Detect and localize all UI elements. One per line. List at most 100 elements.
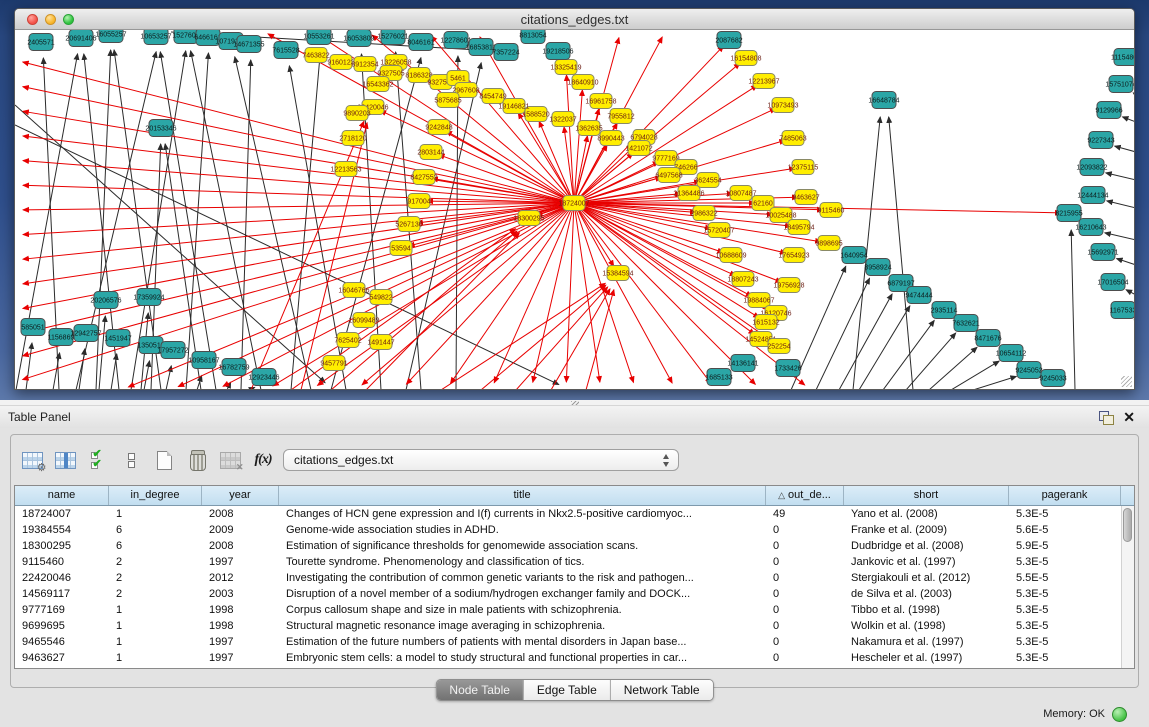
scrollbar-thumb[interactable] [1123, 508, 1132, 542]
table-cell: Embryonic stem cells: a model to study s… [279, 650, 766, 666]
column-header-pagerank[interactable]: pagerank [1009, 486, 1121, 505]
new-table-button[interactable] [153, 448, 175, 472]
graph-node-label: 10688609 [715, 253, 746, 260]
table-row[interactable]: 911546021997Tourette syndrome. Phenomeno… [15, 554, 1134, 570]
table-cell: 5.3E-5 [1009, 554, 1121, 570]
graph-node-label: 17016504 [1097, 280, 1128, 287]
table-cell: 0 [766, 570, 844, 586]
table-cell: 0 [766, 634, 844, 650]
graph-node-label: 10973493 [767, 103, 798, 110]
tab-network-table[interactable]: Network Table [611, 680, 713, 700]
window-resize-grip[interactable] [1121, 376, 1132, 387]
graph-node-label: 2935114 [931, 308, 958, 315]
column-header-name[interactable]: name [15, 486, 109, 505]
table-cell: 2003 [202, 586, 279, 602]
close-panel-icon[interactable]: ✕ [1123, 408, 1135, 426]
table-header-row: namein_degreeyeartitle△out_de...shortpag… [15, 486, 1134, 506]
table-cell: 1 [109, 650, 202, 666]
graph-node-label: 16210643 [1075, 225, 1106, 232]
graph-node-label: 10653257 [140, 34, 171, 41]
graph-node-label: 3624554 [694, 178, 721, 185]
graph-node-label: 15692971 [1087, 250, 1118, 257]
graph-node-label: 9474444 [905, 293, 932, 300]
graph-node-label: 7625402 [334, 338, 361, 345]
graph-node-label: 7615528 [272, 48, 299, 55]
table-row[interactable]: 1938455462009Genome-wide association stu… [15, 522, 1134, 538]
table-row[interactable]: 1456911722003Disruption of a novel membe… [15, 586, 1134, 602]
table-cell: 1 [109, 634, 202, 650]
zoom-traffic-light-button[interactable] [63, 14, 74, 25]
graph-edge [23, 203, 574, 333]
graph-node-label: 9890203 [343, 111, 370, 118]
graph-node-label: 2405571 [27, 40, 54, 47]
table-row[interactable]: 1872400712008Changes of HCN gene express… [15, 506, 1134, 522]
graph-node-label: 15384594 [602, 271, 633, 278]
graph-edge [551, 289, 610, 389]
graph-node-label: 11154808 [1111, 55, 1134, 62]
graph-node-label: 1362635 [575, 126, 602, 133]
graph-node-label: 18724007 [558, 201, 589, 208]
table-cell: 5.3E-5 [1009, 506, 1121, 522]
graph-edge [186, 53, 208, 389]
table-row[interactable]: 946362711997Embryonic stem cells: a mode… [15, 650, 1134, 666]
network-file-selector[interactable]: citations_edges.txt [283, 449, 679, 471]
graph-node-label: 17359924 [133, 295, 164, 302]
tab-edge-table[interactable]: Edge Table [524, 680, 611, 700]
float-panel-icon[interactable] [1099, 411, 1109, 421]
select-rows-icon: ✔✔ [91, 450, 106, 471]
table-row[interactable]: 969969511998Structural magnetic resonanc… [15, 618, 1134, 634]
stacked-boxes-button[interactable] [120, 448, 142, 472]
table-cell: 2 [109, 570, 202, 586]
graph-node-label: 18495794 [783, 225, 814, 232]
minimize-traffic-light-button[interactable] [45, 14, 56, 25]
table-cell: Estimation of significance thresholds fo… [279, 538, 766, 554]
close-traffic-light-button[interactable] [27, 14, 38, 25]
column-header-outde[interactable]: △out_de... [766, 486, 844, 505]
table-cell: Corpus callosum shape and size in male p… [279, 602, 766, 618]
table-row[interactable]: 977716911998Corpus callosum shape and si… [15, 602, 1134, 618]
table-cell: 0 [766, 554, 844, 570]
graph-node-label: 19146821 [498, 104, 529, 111]
network-window-titlebar[interactable]: citations_edges.txt [15, 9, 1134, 30]
delete-table-button[interactable] [186, 448, 208, 472]
graph-node-label: 53594 [391, 246, 411, 253]
graph-node-label: 8186328 [405, 73, 432, 80]
graph-node-label: 9245052 [1015, 368, 1042, 375]
graph-node-label: 19756928 [773, 283, 804, 290]
table-settings-button[interactable]: ⚙ [21, 448, 43, 472]
graph-node-label: 12213563 [330, 167, 361, 174]
column-header-short[interactable]: short [844, 486, 1009, 505]
column-header-year[interactable]: year [202, 486, 279, 505]
graph-edge [481, 285, 606, 389]
table-cell: 9777169 [15, 602, 109, 618]
graph-node-label: 15276021 [377, 34, 408, 41]
graph-node-label: 5461 [450, 76, 466, 83]
column-header-title[interactable]: title [279, 486, 766, 505]
table-row[interactable]: 2242004622012Investigating the contribut… [15, 570, 1134, 586]
graph-edge [366, 233, 519, 389]
graph-edge [1122, 117, 1134, 122]
table-row[interactable]: 1830029562008Estimation of significance … [15, 538, 1134, 554]
select-columns-button[interactable] [54, 448, 76, 472]
table-cell: 1998 [202, 618, 279, 634]
tab-node-table[interactable]: Node Table [436, 680, 524, 700]
table-cell: 5.3E-5 [1009, 634, 1121, 650]
graph-edge [859, 306, 910, 389]
network-canvas[interactable]: 1872400774638229160123891235413226058932… [15, 30, 1134, 389]
graph-node-label: 10553261 [303, 34, 334, 41]
graph-node-label: 17957272 [157, 348, 188, 355]
table-cell: Estimation of the future numbers of pati… [279, 634, 766, 650]
function-builder-button[interactable]: f(x) [252, 448, 274, 472]
table-row[interactable]: 946554611997Estimation of the future num… [15, 634, 1134, 650]
graph-edge [929, 347, 977, 389]
column-header-indegree[interactable]: in_degree [109, 486, 202, 505]
graph-node-label: 10025488 [765, 213, 796, 220]
import-table-button-disabled[interactable]: ✕ [219, 448, 241, 472]
table-cell: 0 [766, 538, 844, 554]
select-rows-button[interactable]: ✔✔ [87, 448, 109, 472]
table-cell: 1997 [202, 554, 279, 570]
table-cell: 1 [109, 506, 202, 522]
table-cell: 1 [109, 602, 202, 618]
table-cell: 49 [766, 506, 844, 522]
table-vertical-scrollbar[interactable] [1121, 506, 1134, 668]
